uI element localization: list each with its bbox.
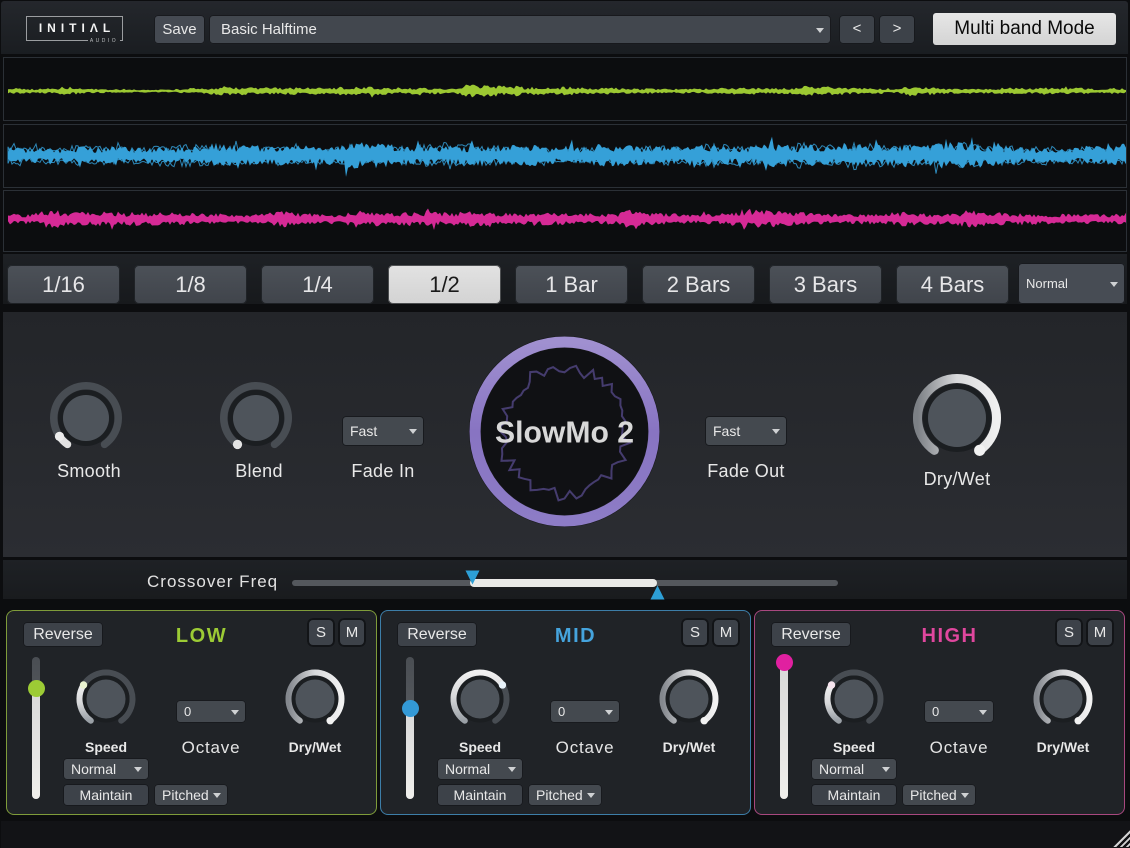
svg-text:SlowMo 2: SlowMo 2 — [495, 417, 634, 450]
